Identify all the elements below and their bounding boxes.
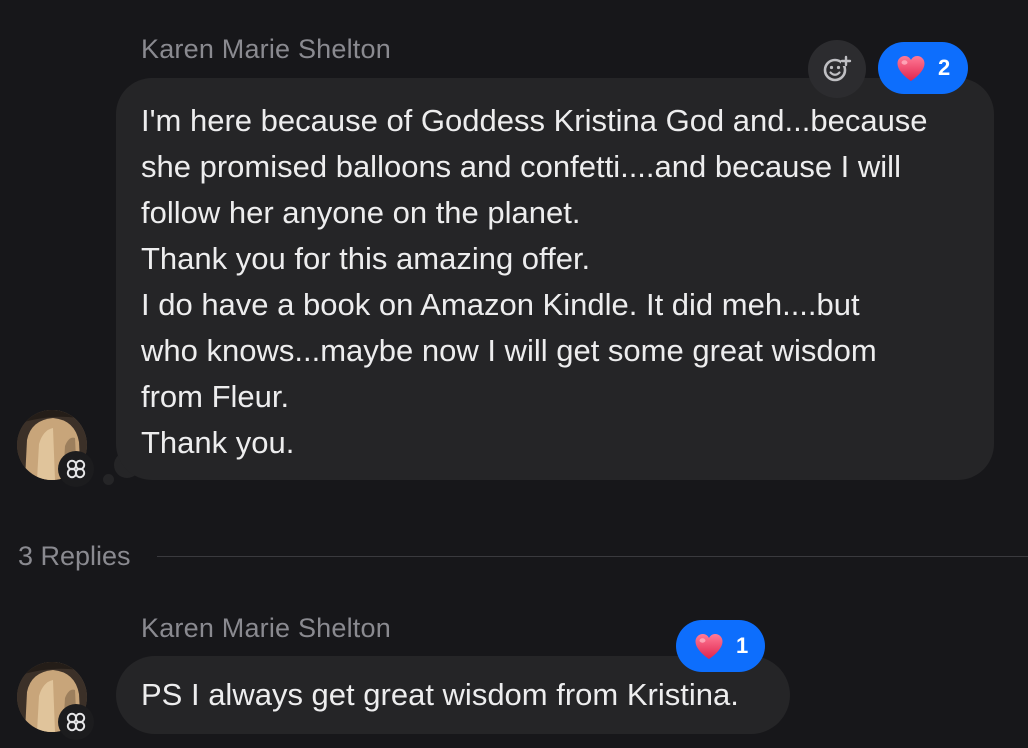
badge-icon	[66, 459, 86, 479]
reaction-count: 2	[938, 55, 951, 80]
community-badge	[58, 704, 94, 740]
reply-text: PS I always get great wisdom from Kristi…	[141, 677, 739, 712]
heart-icon	[695, 633, 723, 659]
comment-text: I'm here because of Goddess Kristina God…	[141, 103, 928, 460]
comment-author-name[interactable]: Karen Marie Shelton	[141, 34, 391, 65]
comment-thread: Karen Marie Shelton I'm here because of …	[0, 0, 1028, 748]
divider-line	[156, 555, 1028, 557]
heart-icon	[897, 55, 925, 81]
heart-reaction-button[interactable]: 1	[676, 620, 765, 672]
reply-author-name[interactable]: Karen Marie Shelton	[141, 613, 391, 644]
bubble-tail-small	[103, 474, 114, 485]
community-badge	[58, 451, 94, 487]
replies-divider: 3 Replies	[18, 536, 1028, 576]
add-emoji-icon	[823, 55, 852, 82]
replies-toggle[interactable]: 3 Replies	[18, 541, 131, 572]
reaction-count: 1	[736, 633, 749, 658]
heart-reaction-button[interactable]: 2	[878, 42, 968, 94]
badge-icon	[66, 712, 86, 732]
comment-bubble: I'm here because of Goddess Kristina God…	[116, 78, 994, 480]
add-reaction-button[interactable]	[808, 40, 866, 98]
